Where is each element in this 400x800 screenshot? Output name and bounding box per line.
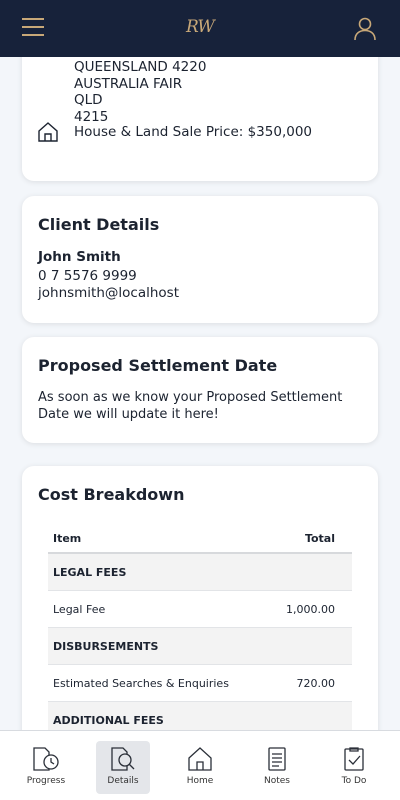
settlement-message: As soon as we know your Proposed Settlem… (38, 390, 343, 422)
client-email[interactable]: johnsmith@localhost (38, 285, 362, 302)
address-line: AUSTRALIA FAIR (74, 75, 183, 92)
notes-icon (268, 747, 286, 771)
total-column-header: Total (304, 532, 335, 545)
row-total: 1,000.00 (286, 602, 335, 616)
nav-tab-details[interactable]: Details (96, 741, 150, 794)
item-column-header: Item (53, 532, 82, 545)
sale-price-row: House & Land Sale Price: $350,000 (37, 121, 312, 143)
nav-tab-todo[interactable]: To Do (327, 741, 381, 794)
details-content[interactable]: QUEENSLAND 4220 AUSTRALIA FAIR QLD 4215 … (0, 57, 400, 730)
row-item: Legal Fee (53, 602, 106, 616)
table-row: Legal Fee 1,000.00 (48, 591, 352, 628)
nav-tab-home[interactable]: Home (173, 741, 227, 794)
cost-breakdown-title: Cost Breakdown (38, 485, 185, 504)
nav-label-progress: Progress (26, 776, 66, 786)
client-details-card: Client Details John Smith 0 7 5576 9999 … (22, 196, 378, 323)
section-row-additional-fees: ADDITIONAL FEES (48, 702, 352, 730)
home-icon (188, 747, 212, 771)
property-card: QUEENSLAND 4220 AUSTRALIA FAIR QLD 4215 … (22, 57, 378, 181)
sale-price-label: House & Land Sale Price: $350,000 (74, 124, 313, 140)
row-total: 720.00 (296, 676, 336, 690)
table-row: Estimated Searches & Enquiries 720.00 (48, 665, 352, 702)
settlement-date-card: Proposed Settlement Date As soon as we k… (22, 337, 378, 443)
address-line: QUEENSLAND 4220 (74, 59, 207, 75)
checklist-icon (344, 747, 364, 771)
nav-tab-notes[interactable]: Notes (250, 741, 304, 794)
nav-label-todo: To Do (341, 776, 367, 786)
client-name: John Smith (38, 249, 121, 265)
property-address: QUEENSLAND 4220 AUSTRALIA FAIR QLD 4215 (74, 59, 206, 125)
nav-label-details: Details (107, 776, 139, 786)
bottom-nav: Progress Details Home Notes To Do (0, 730, 400, 800)
top-app-bar: RW (0, 0, 400, 57)
nav-label-home: Home (186, 776, 214, 786)
cost-table-header: Item Total (48, 525, 352, 554)
user-icon (354, 17, 376, 41)
hamburger-menu-icon (22, 18, 44, 20)
menu-button[interactable] (22, 18, 46, 38)
details-icon (111, 747, 135, 771)
address-line: QLD (74, 92, 103, 108)
cost-breakdown-card: Cost Breakdown Item Total LEGAL FEES Leg… (22, 466, 378, 730)
client-details-title: Client Details (38, 215, 160, 234)
progress-icon (33, 747, 59, 771)
row-item: Estimated Searches & Enquiries (53, 676, 229, 690)
cost-table: Item Total LEGAL FEES Legal Fee 1,000.00… (48, 525, 352, 730)
section-row-legal-fees: LEGAL FEES (48, 554, 352, 591)
nav-tab-progress[interactable]: Progress (19, 741, 73, 794)
settlement-title: Proposed Settlement Date (38, 356, 278, 375)
profile-button[interactable] (352, 16, 378, 42)
client-phone[interactable]: 0 7 5576 9999 (38, 268, 362, 285)
section-row-disbursements: DISBURSEMENTS (48, 628, 352, 665)
brand-logo: RW (186, 17, 215, 37)
house-icon (38, 122, 58, 142)
nav-label-notes: Notes (264, 776, 290, 786)
